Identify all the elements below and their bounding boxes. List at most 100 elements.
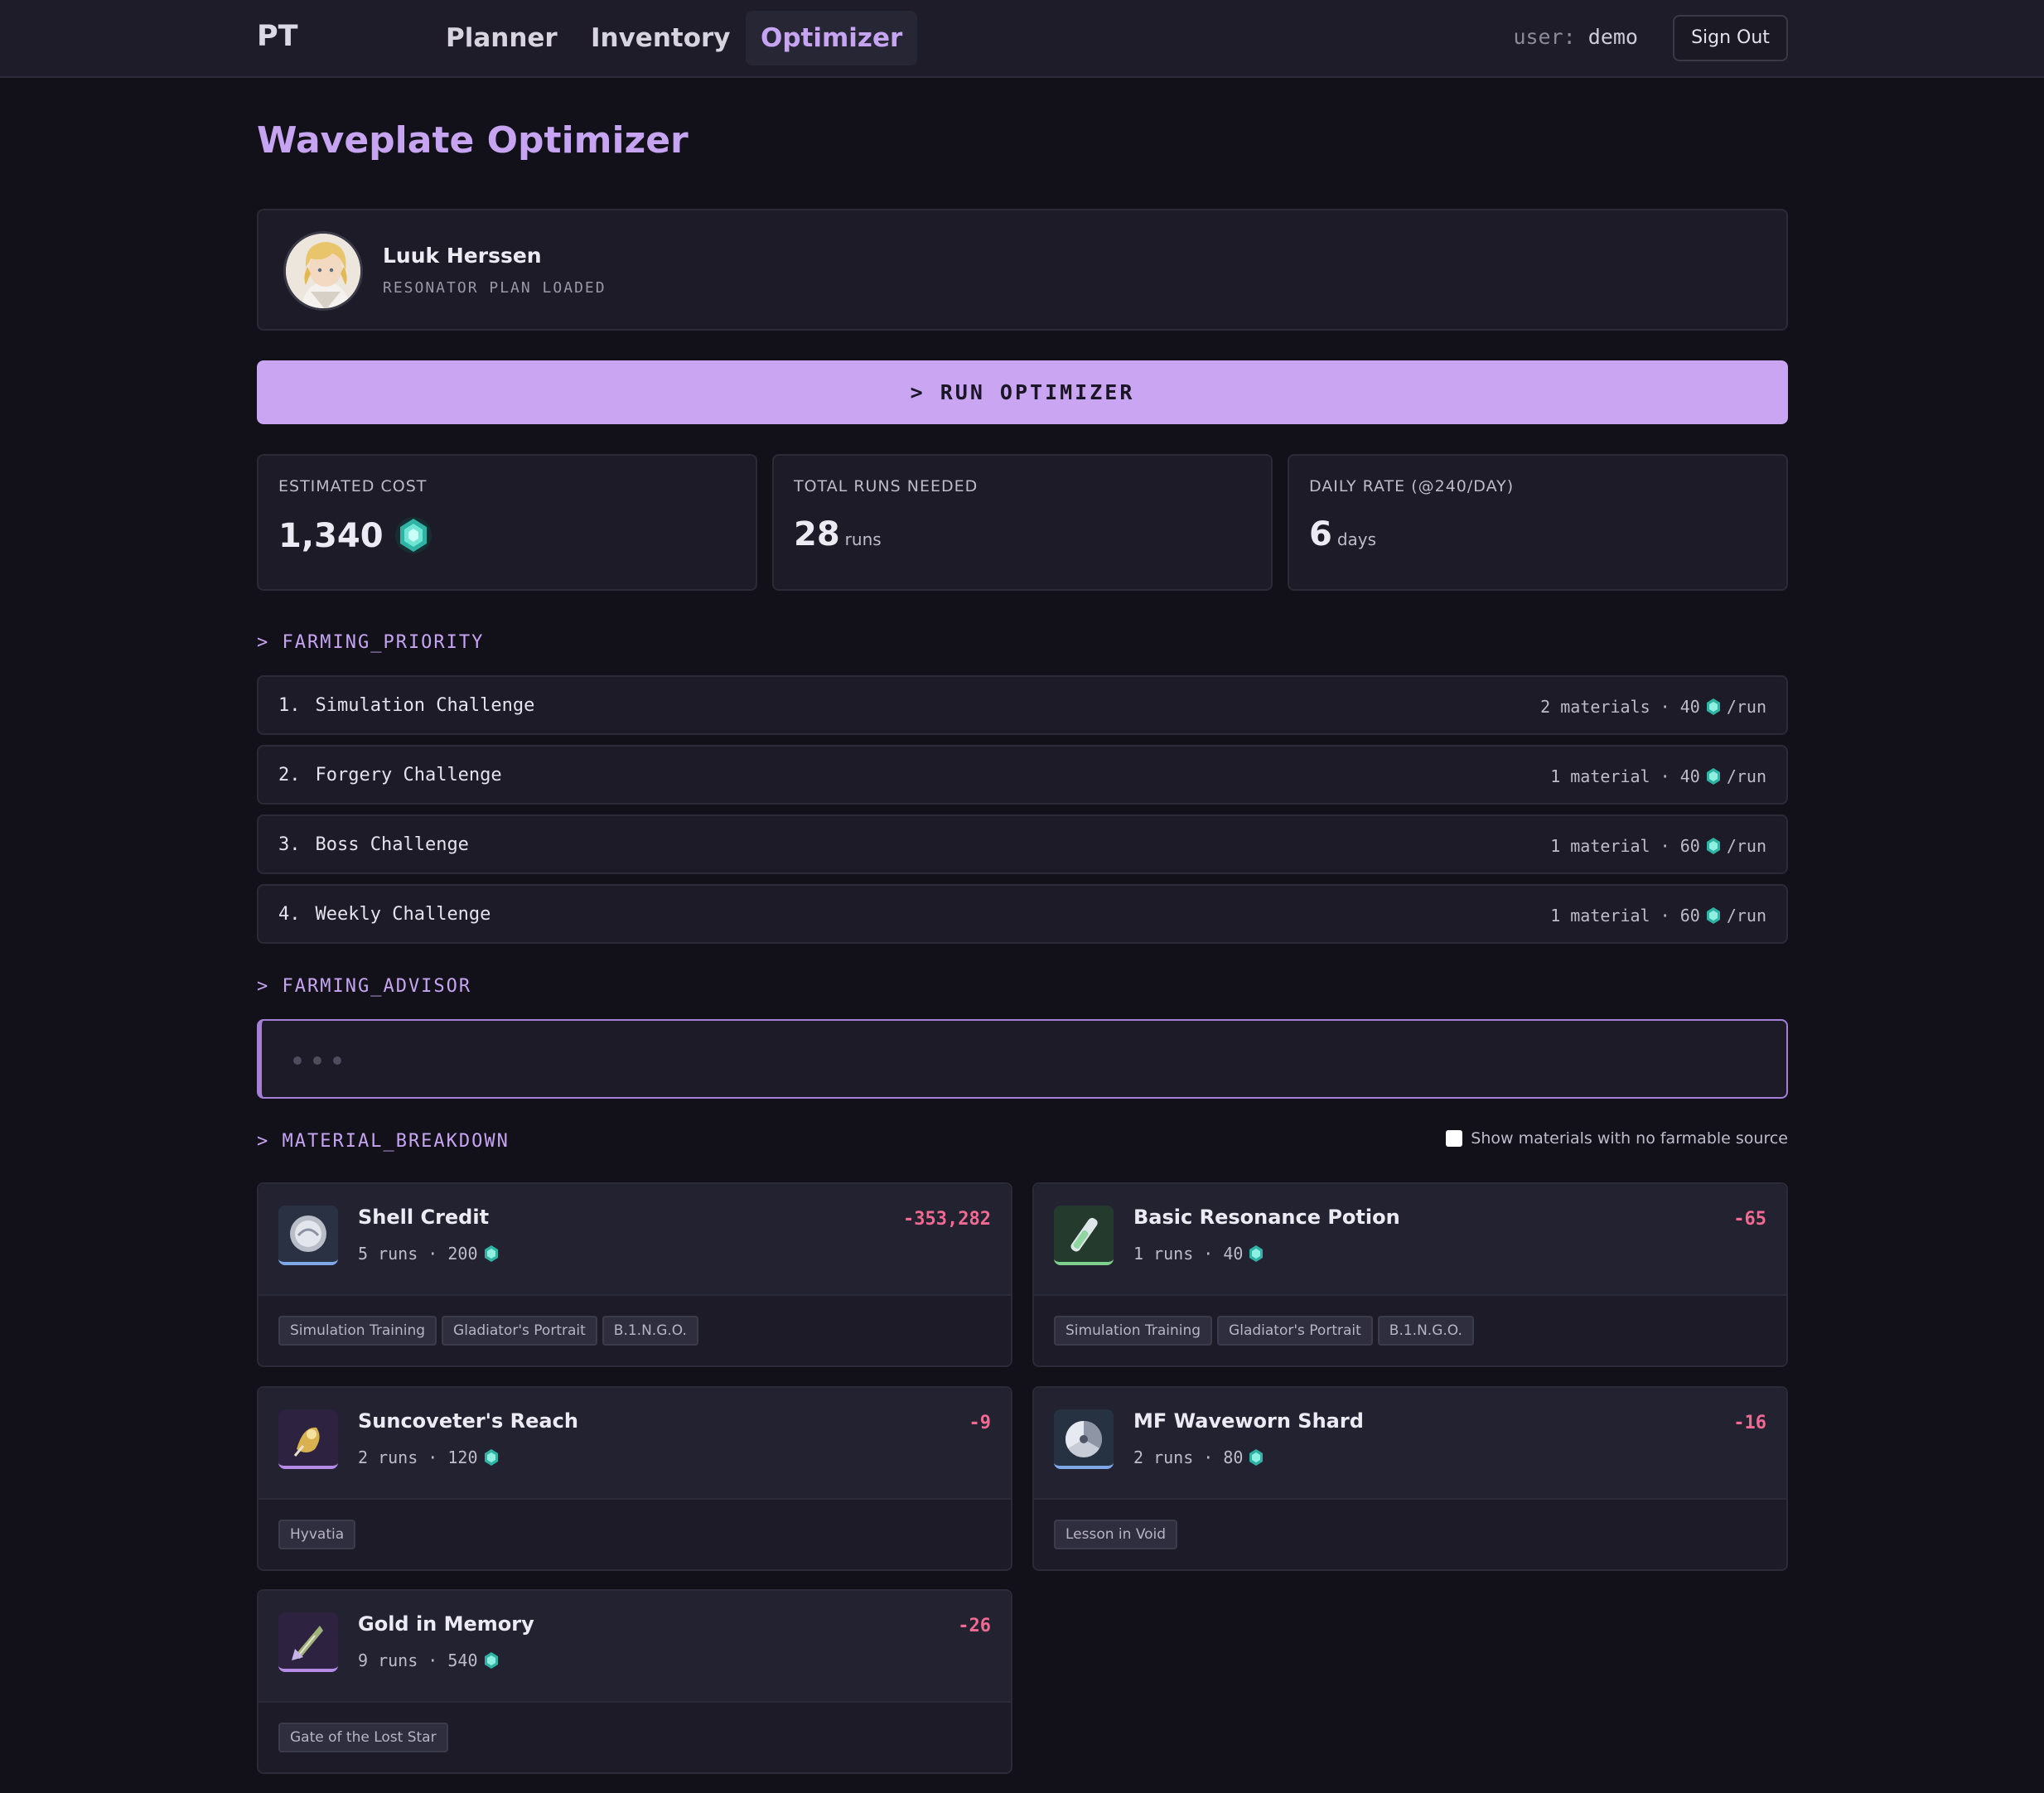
waveplate-cost: 40 <box>1223 1244 1244 1264</box>
source-tags: Lesson in Void <box>1054 1520 1182 1549</box>
stat-estimated-cost: ESTIMATED COST 1,340 <box>257 454 757 591</box>
material-card-header: Gold in Memory 9 runs · 540 -26 <box>259 1591 1011 1703</box>
waveplate-icon <box>1706 907 1720 924</box>
material-name: Suncoveter's Reach <box>358 1409 578 1433</box>
priority-item[interactable]: 1. Simulation Challenge 2 materials · 40/… <box>257 675 1788 735</box>
days-value: 6 <box>1309 515 1332 553</box>
priority-meta: 1 material · 40/run <box>1550 766 1766 786</box>
runs-count: 5 runs <box>358 1244 418 1264</box>
source-tag[interactable]: Simulation Training <box>278 1316 437 1346</box>
waveplate-icon <box>1249 1245 1264 1262</box>
run-cost: 60 <box>1679 836 1700 856</box>
source-tag[interactable]: Gladiator's Portrait <box>1217 1316 1373 1346</box>
priority-item[interactable]: 4. Weekly Challenge 1 material · 60/run <box>257 884 1788 944</box>
waveplate-icon <box>1706 768 1720 785</box>
material-card: Gold in Memory 9 runs · 540 -26 Gate of … <box>257 1589 1012 1774</box>
runs-count: 9 runs <box>358 1650 418 1670</box>
waveplate-icon <box>1706 698 1720 715</box>
material-count: 1 material <box>1550 766 1650 786</box>
user-label: user: <box>1513 25 1576 49</box>
stat-value: 1,340 <box>278 515 433 555</box>
material-count: 1 material <box>1550 906 1650 925</box>
source-tags: Gate of the Lost Star <box>278 1723 453 1752</box>
per-run: /run <box>1726 697 1766 717</box>
run-cost: 40 <box>1679 697 1700 717</box>
stat-label: ESTIMATED COST <box>278 477 428 495</box>
source-tag[interactable]: Gladiator's Portrait <box>442 1316 597 1346</box>
material-runs: 9 runs · 540 <box>358 1650 505 1670</box>
material-deficit: -26 <box>958 1616 991 1636</box>
runs-value: 28 <box>794 515 840 553</box>
app-logo[interactable]: PT <box>257 20 298 53</box>
gold-in-memory-icon <box>278 1612 338 1672</box>
loading-dot <box>293 1056 302 1065</box>
material-card-header: Suncoveter's Reach 2 runs · 120 -9 <box>259 1388 1011 1500</box>
sign-out-button[interactable]: Sign Out <box>1673 15 1788 61</box>
runs-count: 2 runs <box>358 1447 418 1467</box>
no-source-filter[interactable]: Show materials with no farmable source <box>1446 1129 1788 1148</box>
material-card: Basic Resonance Potion 1 runs · 40 -65 S… <box>1032 1182 1788 1367</box>
source-tags: Simulation Training Gladiator's Portrait B… <box>278 1316 703 1346</box>
resonator-profile-card: Luuk Herssen RESONATOR PLAN LOADED <box>257 209 1788 331</box>
material-runs: 2 runs · 80 <box>1133 1447 1269 1467</box>
material-card: Shell Credit 5 runs · 200 -353,282 Simul… <box>257 1182 1012 1367</box>
material-deficit: -16 <box>1733 1413 1766 1433</box>
nav-link-optimizer[interactable]: Optimizer <box>746 11 918 65</box>
material-count: 2 materials <box>1540 697 1650 717</box>
runs-count: 2 runs <box>1133 1447 1194 1467</box>
material-runs: 2 runs · 120 <box>358 1447 505 1467</box>
priority-name: 2. Forgery Challenge <box>278 765 502 785</box>
source-tag[interactable]: Lesson in Void <box>1054 1520 1178 1549</box>
waveplate-icon <box>1249 1449 1264 1466</box>
stat-value: 28 runs <box>794 515 882 553</box>
source-tag[interactable]: Gate of the Lost Star <box>278 1723 448 1752</box>
nav-link-planner[interactable]: Planner <box>431 11 573 65</box>
material-deficit: -353,282 <box>903 1209 991 1230</box>
source-tag[interactable]: B.1.N.G.O. <box>1377 1316 1474 1346</box>
priority-label: Weekly Challenge <box>315 904 491 925</box>
waveplate-icon <box>394 517 432 553</box>
material-card: Suncoveter's Reach 2 runs · 120 -9 Hyvat… <box>257 1386 1012 1571</box>
no-source-label[interactable]: Show materials with no farmable source <box>1471 1129 1788 1148</box>
waveplate-cost: 80 <box>1223 1447 1244 1467</box>
priority-number: 3. <box>278 834 301 855</box>
priority-item[interactable]: 3. Boss Challenge 1 material · 60/run <box>257 814 1788 874</box>
farming-priority-heading: > FARMING_PRIORITY <box>257 632 485 653</box>
loading-dot <box>333 1056 341 1065</box>
nav-link-inventory[interactable]: Inventory <box>576 11 746 65</box>
priority-number: 2. <box>278 765 301 785</box>
material-breakdown-heading: > MATERIAL_BREAKDOWN <box>257 1131 510 1152</box>
stat-label: TOTAL RUNS NEEDED <box>794 477 979 495</box>
material-name: Gold in Memory <box>358 1612 534 1636</box>
potion-icon <box>1054 1206 1114 1265</box>
priority-name: 4. Weekly Challenge <box>278 904 490 925</box>
priority-label: Forgery Challenge <box>315 765 502 785</box>
priority-item[interactable]: 2. Forgery Challenge 1 material · 40/run <box>257 745 1788 805</box>
waveplate-icon <box>484 1652 498 1669</box>
priority-label: Boss Challenge <box>315 834 469 855</box>
material-card-header: MF Waveworn Shard 2 runs · 80 -16 <box>1034 1388 1786 1500</box>
resonator-avatar <box>283 231 363 311</box>
no-source-checkbox[interactable] <box>1446 1130 1463 1147</box>
material-card-header: Basic Resonance Potion 1 runs · 40 -65 <box>1034 1184 1786 1296</box>
shell-credit-icon <box>278 1206 338 1265</box>
source-tag[interactable]: Simulation Training <box>1054 1316 1213 1346</box>
material-card-header: Shell Credit 5 runs · 200 -353,282 <box>259 1184 1011 1296</box>
source-tag[interactable]: Hyvatia <box>278 1520 356 1549</box>
waveplate-icon <box>484 1449 498 1466</box>
priority-number: 1. <box>278 695 301 716</box>
runs-count: 1 runs <box>1133 1244 1194 1264</box>
source-tag[interactable]: B.1.N.G.O. <box>602 1316 698 1346</box>
priority-meta: 1 material · 60/run <box>1550 906 1766 925</box>
per-run: /run <box>1726 766 1766 786</box>
priority-name: 3. Boss Challenge <box>278 834 469 855</box>
priority-number: 4. <box>278 904 301 925</box>
material-runs: 5 runs · 200 <box>358 1244 505 1264</box>
stat-value: 6 days <box>1309 515 1376 553</box>
run-optimizer-button[interactable]: > RUN OPTIMIZER <box>257 360 1788 424</box>
run-cost: 40 <box>1679 766 1700 786</box>
per-run: /run <box>1726 906 1766 925</box>
priority-label: Simulation Challenge <box>315 695 535 716</box>
loading-dot <box>313 1056 321 1065</box>
stat-total-runs: TOTAL RUNS NEEDED 28 runs <box>772 454 1273 591</box>
